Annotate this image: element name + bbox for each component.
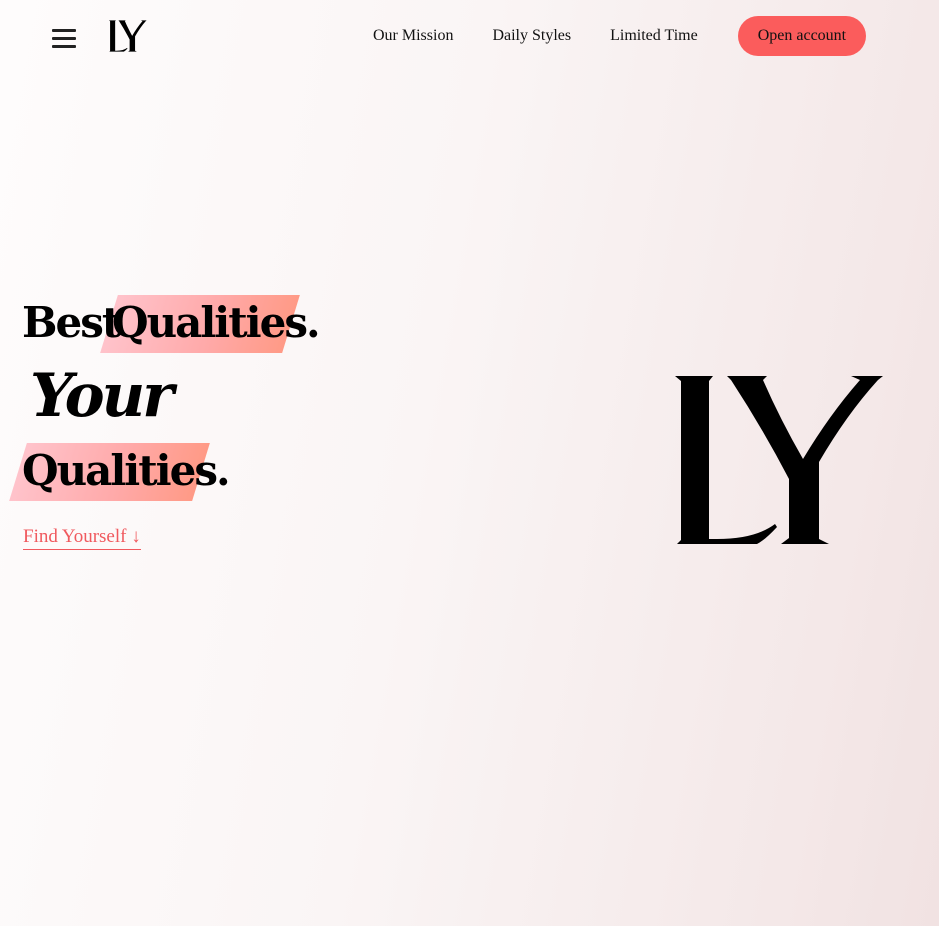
logo-icon[interactable]: [109, 20, 147, 52]
hamburger-menu-icon[interactable]: [52, 27, 76, 49]
open-account-button[interactable]: Open account: [737, 16, 867, 56]
headline-word-best: Best: [22, 298, 121, 347]
main-nav: Our Mission Daily Styles Limited Time Op…: [373, 16, 867, 56]
find-yourself-link[interactable]: Find Yourself ↓: [23, 526, 141, 550]
hero-section: Best Qualities. Your Qualities. Find You…: [0, 290, 400, 560]
headline-word-qualities: Qualities.: [112, 298, 321, 347]
nav-link-daily-styles[interactable]: Daily Styles: [492, 27, 571, 45]
headline-word-qualities: Qualities.: [22, 446, 231, 495]
hero-logo-icon: [675, 376, 883, 544]
nav-link-limited-time[interactable]: Limited Time: [610, 27, 698, 45]
nav-link-our-mission[interactable]: Our Mission: [373, 27, 453, 45]
headline-word-your: Your: [30, 361, 174, 431]
